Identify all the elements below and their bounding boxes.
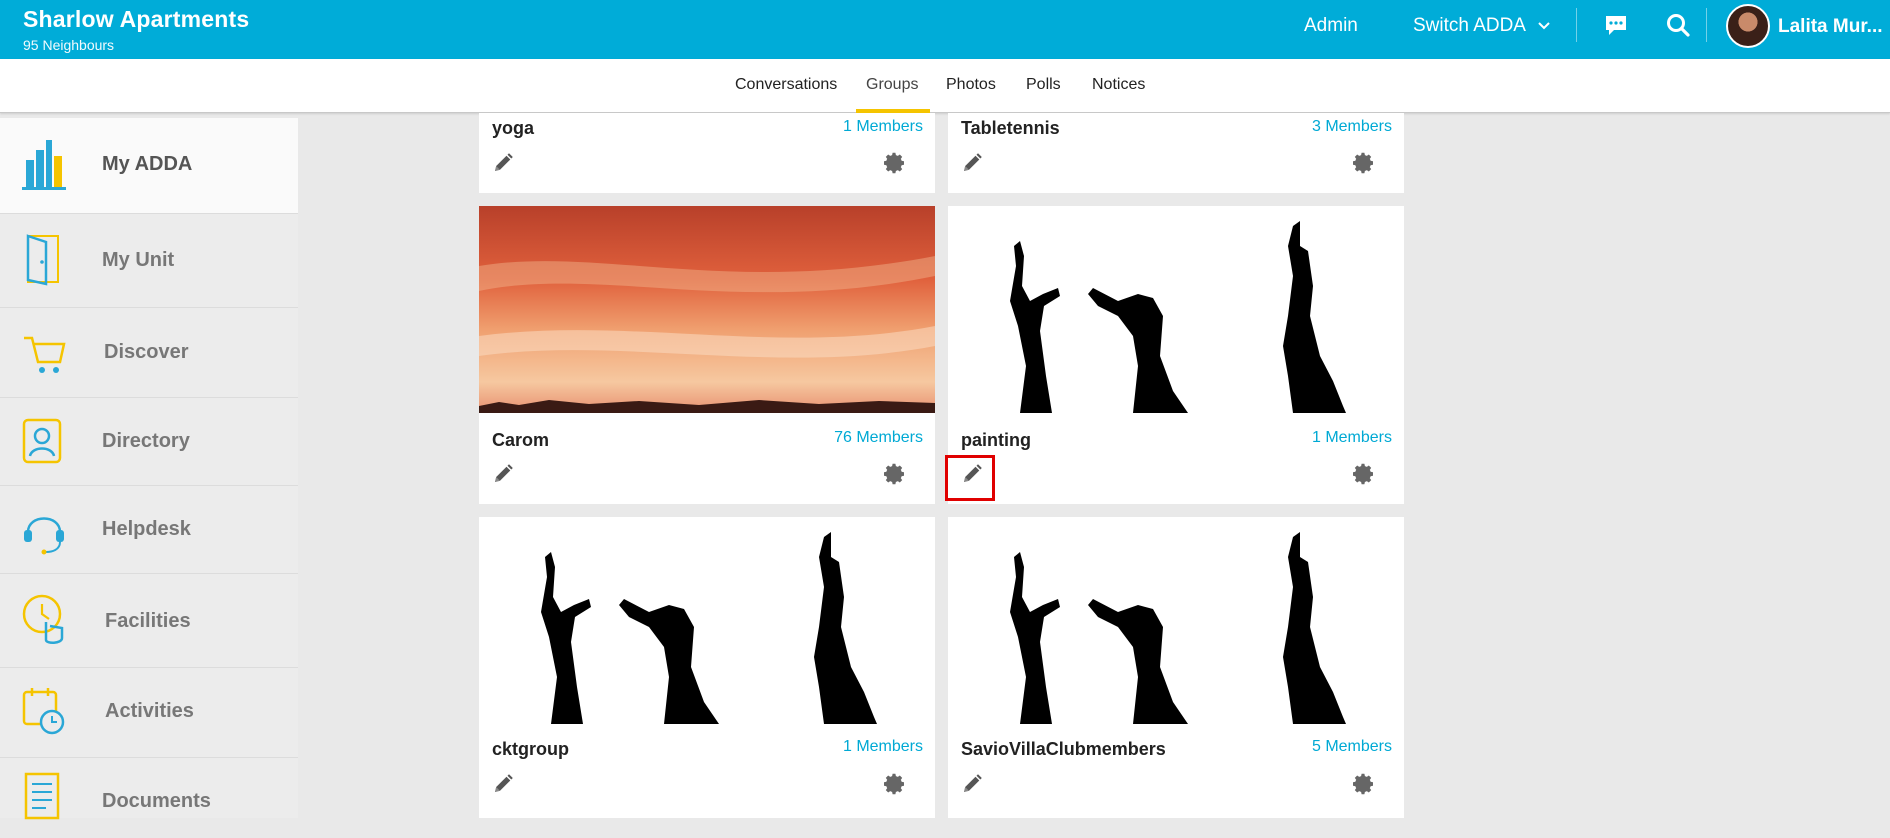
sidebar: My ADDA My Unit Discover Directory Helpd…	[0, 118, 298, 820]
brand[interactable]: Sharlow Apartments 95 Neighbours	[23, 6, 249, 53]
gear-icon[interactable]	[883, 151, 907, 175]
pencil-icon[interactable]	[960, 772, 984, 796]
chat-icon[interactable]	[1602, 11, 1630, 39]
sidebar-item-label: Documents	[102, 790, 211, 812]
switch-adda-dropdown[interactable]: Switch ADDA	[1413, 15, 1552, 37]
avatar[interactable]	[1726, 4, 1770, 48]
door-icon	[26, 234, 59, 286]
tab-conversations[interactable]: Conversations	[735, 76, 837, 94]
group-card-tabletennis[interactable]: Tabletennis 3 Members	[948, 113, 1404, 193]
tab-polls[interactable]: Polls	[1026, 76, 1061, 94]
group-members-link[interactable]: 1 Members	[843, 738, 923, 756]
sidebar-item-label: Helpdesk	[102, 518, 191, 540]
headset-icon	[24, 517, 64, 555]
user-name[interactable]: Lalita Mur...	[1778, 16, 1883, 38]
group-members-link[interactable]: 3 Members	[1312, 118, 1392, 136]
group-card-cktgroup[interactable]: cktgroup 1 Members	[479, 517, 935, 818]
gear-icon[interactable]	[1352, 462, 1376, 486]
sidebar-item-my-adda[interactable]: My ADDA	[0, 118, 298, 214]
clock-hand-icon	[22, 594, 64, 644]
pencil-icon[interactable]	[491, 151, 515, 175]
group-members-link[interactable]: 1 Members	[1312, 429, 1392, 447]
group-name[interactable]: yoga	[492, 118, 534, 139]
divider	[1576, 8, 1577, 42]
group-name[interactable]: painting	[961, 430, 1031, 451]
group-card-painting[interactable]: painting 1 Members	[948, 206, 1404, 504]
tab-notices[interactable]: Notices	[1092, 76, 1145, 94]
group-cover-image[interactable]	[948, 206, 1404, 413]
tab-bar: Conversations Groups Photos Polls Notice…	[0, 59, 1890, 113]
pencil-icon[interactable]	[491, 462, 515, 486]
group-name[interactable]: Carom	[492, 430, 549, 451]
group-card-carom[interactable]: Carom 76 Members	[479, 206, 935, 504]
gear-icon[interactable]	[883, 462, 907, 486]
sidebar-item-facilities[interactable]: Facilities	[0, 574, 298, 668]
tab-photos[interactable]: Photos	[946, 76, 996, 94]
document-icon	[24, 772, 60, 820]
sidebar-item-directory[interactable]: Directory	[0, 398, 298, 486]
sidebar-item-label: Discover	[104, 341, 189, 363]
pencil-icon[interactable]	[491, 772, 515, 796]
sidebar-item-discover[interactable]: Discover	[0, 308, 298, 398]
switch-adda-label: Switch ADDA	[1413, 15, 1526, 36]
tab-groups[interactable]: Groups	[866, 76, 918, 94]
sidebar-item-documents[interactable]: Documents	[0, 758, 298, 838]
group-members-link[interactable]: 1 Members	[843, 118, 923, 136]
group-name[interactable]: Tabletennis	[961, 118, 1060, 139]
sidebar-item-label: Facilities	[105, 610, 191, 632]
sidebar-item-label: Directory	[102, 430, 190, 452]
pencil-icon[interactable]	[960, 151, 984, 175]
cart-icon	[24, 336, 66, 373]
group-name[interactable]: cktgroup	[492, 739, 569, 760]
chevron-down-icon	[1538, 22, 1550, 30]
sidebar-item-my-unit[interactable]: My Unit	[0, 214, 298, 308]
divider	[1706, 8, 1707, 42]
group-members-link[interactable]: 76 Members	[834, 429, 923, 447]
group-cover-image[interactable]	[948, 517, 1404, 724]
apartment-title[interactable]: Sharlow Apartments	[23, 6, 249, 33]
gear-icon[interactable]	[1352, 151, 1376, 175]
group-card-yoga[interactable]: yoga 1 Members	[479, 113, 935, 193]
sidebar-item-helpdesk[interactable]: Helpdesk	[0, 486, 298, 574]
search-icon[interactable]	[1664, 11, 1692, 39]
contact-book-icon	[22, 418, 62, 464]
sidebar-item-label: Activities	[105, 700, 194, 722]
gear-icon[interactable]	[1352, 772, 1376, 796]
neighbour-count: 95 Neighbours	[23, 37, 115, 53]
group-card-saviovillaclubmembers[interactable]: SavioVillaClubmembers 5 Members	[948, 517, 1404, 818]
group-cover-image[interactable]	[479, 206, 935, 413]
admin-link[interactable]: Admin	[1304, 15, 1358, 37]
sidebar-item-activities[interactable]: Activities	[0, 668, 298, 758]
gear-icon[interactable]	[883, 772, 907, 796]
group-cover-image[interactable]	[479, 517, 935, 724]
sidebar-item-label: My Unit	[102, 249, 175, 271]
buildings-icon	[22, 140, 66, 190]
group-members-link[interactable]: 5 Members	[1312, 738, 1392, 756]
top-bar: Sharlow Apartments 95 Neighbours Admin S…	[0, 0, 1890, 59]
calendar-clock-icon	[22, 688, 65, 735]
sidebar-item-label: My ADDA	[102, 153, 193, 175]
group-name[interactable]: SavioVillaClubmembers	[961, 739, 1166, 760]
highlight-box	[945, 455, 995, 501]
